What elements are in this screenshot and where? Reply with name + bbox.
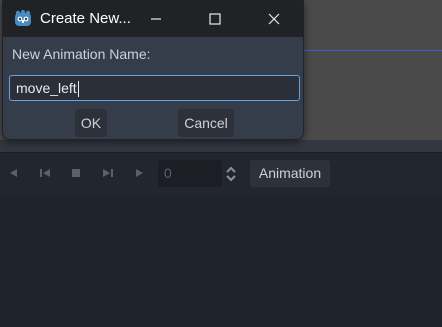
play-forward-icon[interactable]: [131, 164, 149, 182]
step-backward-icon[interactable]: [36, 164, 54, 182]
dialog-title: Create New...: [40, 10, 131, 27]
animation-name-input[interactable]: move_left: [9, 75, 300, 101]
step-forward-icon[interactable]: [99, 164, 117, 182]
text-caret: [77, 81, 79, 98]
minimize-icon[interactable]: [133, 1, 179, 37]
spin-arrows-icon[interactable]: [223, 163, 239, 185]
animation-name-label: New Animation Name:: [12, 46, 151, 62]
dialog-titlebar[interactable]: Create New...: [3, 1, 303, 37]
frame-spinbox[interactable]: 0: [158, 160, 222, 187]
maximize-icon[interactable]: [192, 1, 238, 37]
ok-button[interactable]: OK: [75, 109, 107, 137]
animation-name-value: move_left: [16, 80, 77, 96]
stop-icon[interactable]: [67, 164, 85, 182]
godot-logo-icon: [13, 9, 33, 29]
viewport-guide-line: [300, 50, 442, 51]
create-new-animation-dialog: Create New... New Animation Name: move_l…: [2, 0, 304, 140]
close-icon[interactable]: [251, 1, 297, 37]
cancel-button[interactable]: Cancel: [178, 109, 234, 137]
animation-track-panel: [0, 195, 442, 327]
viewport-bottom-bar: [0, 140, 442, 152]
animation-menu-button[interactable]: Animation: [250, 160, 330, 187]
play-backward-icon[interactable]: [4, 164, 22, 182]
